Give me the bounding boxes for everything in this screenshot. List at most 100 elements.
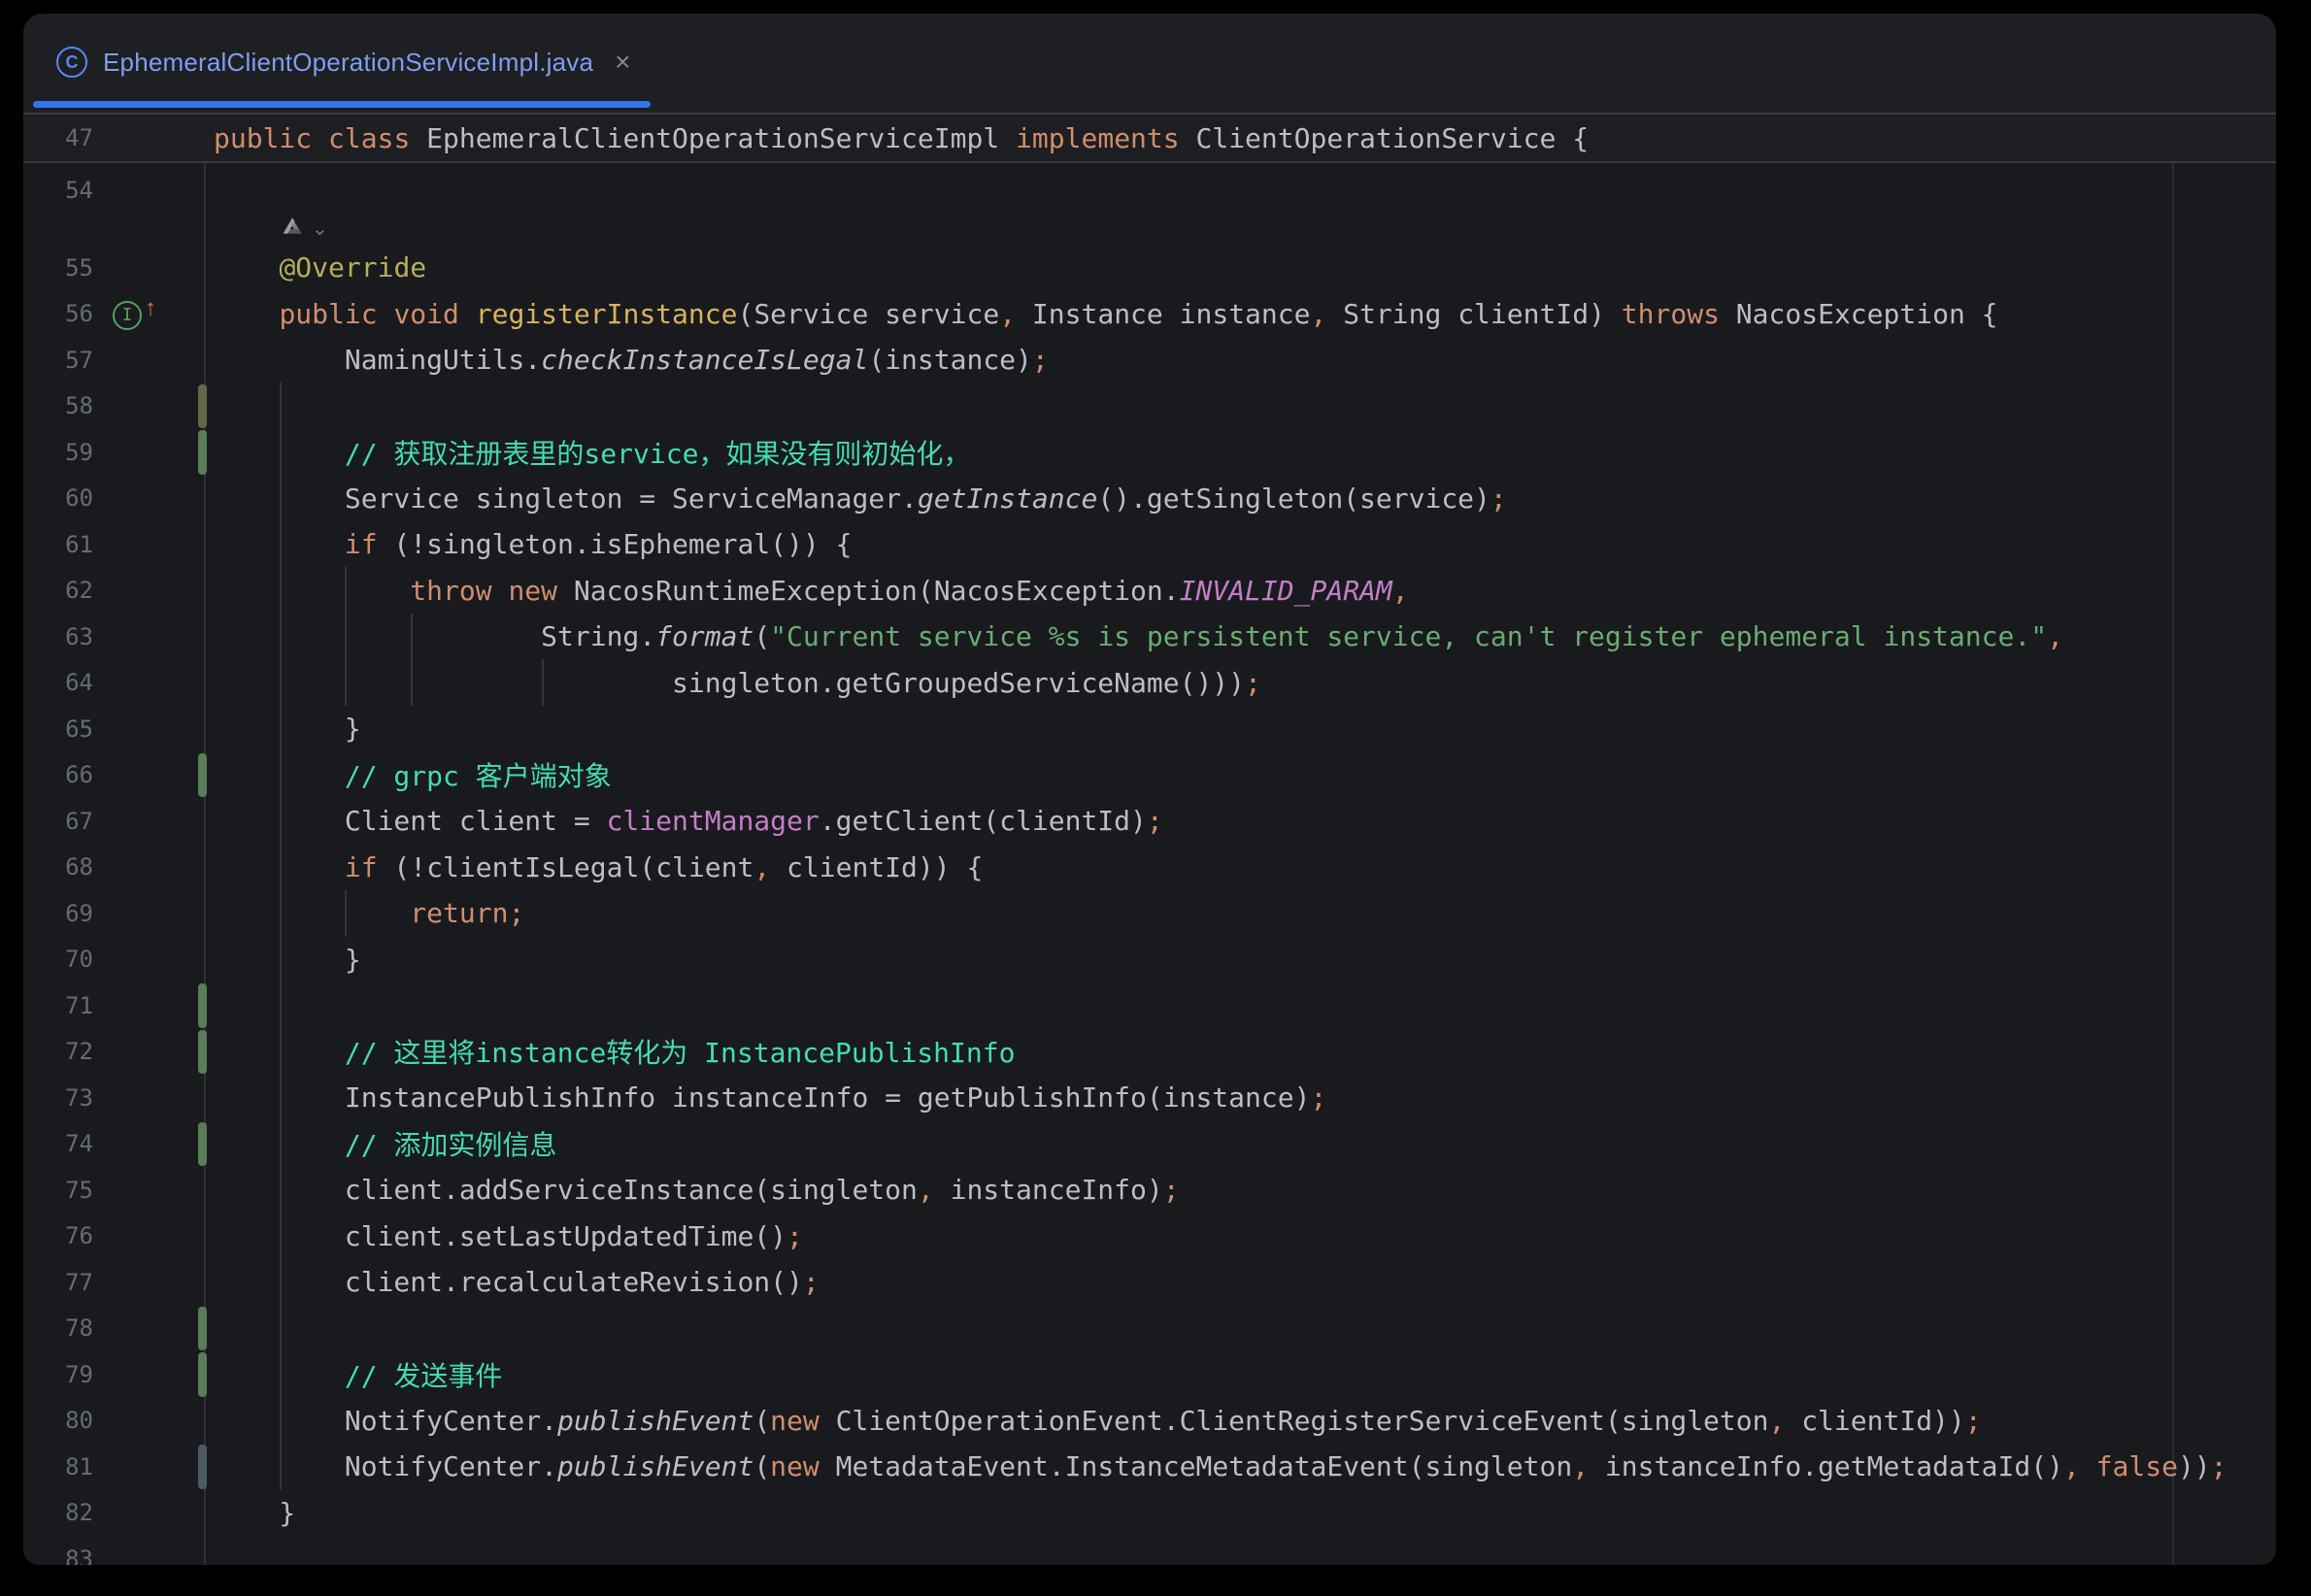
line-number[interactable]: 74 [23,1130,93,1157]
line-number[interactable]: 65 [23,715,93,743]
line-number[interactable]: 73 [23,1084,93,1112]
line-number[interactable]: 59 [23,439,93,466]
code-text[interactable]: // grpc 客户端对象 [214,752,612,799]
code-text[interactable]: client.addServiceInstance(singleton, ins… [214,1167,1180,1214]
line-number[interactable]: 76 [23,1222,93,1249]
line-number[interactable]: 77 [23,1269,93,1296]
code-text[interactable]: NamingUtils.checkInstanceIsLegal(instanc… [214,337,1049,383]
code-line[interactable]: 61 if (!singleton.isEphemeral()) { [23,521,2276,568]
code-text[interactable]: // 获取注册表里的service，如果没有则初始化， [214,429,970,476]
line-number[interactable]: 47 [23,124,93,151]
line-number[interactable]: 60 [23,484,93,512]
line-number[interactable]: 80 [23,1407,93,1434]
tab-ephemeral-client-operation-service[interactable]: C EphemeralClientOperationServiceImpl.ja… [33,14,651,111]
line-number[interactable]: 61 [23,531,93,558]
line-number[interactable]: 55 [23,254,93,282]
code-text[interactable]: } [214,937,361,983]
close-icon[interactable]: × [615,49,630,76]
line-number[interactable]: 58 [23,392,93,419]
code-text[interactable]: client.recalculateRevision(); [214,1259,820,1306]
line-number[interactable]: 78 [23,1314,93,1342]
ai-assistant-icon[interactable]: ⌄ [279,216,328,243]
line-number[interactable]: 72 [23,1038,93,1065]
code-line[interactable]: 74 // 添加实例信息 [23,1121,2276,1168]
code-line[interactable]: 56 I↑ public void registerInstance(Servic… [23,291,2276,338]
code-line[interactable]: 70 } [23,937,2276,983]
code-text[interactable]: } [214,1490,295,1537]
code-text[interactable]: // 这里将instance转化为 InstancePublishInfo [214,1029,1015,1076]
code-text[interactable]: public void registerInstance(Service ser… [214,291,1998,338]
line-number[interactable]: 64 [23,669,93,696]
line-number[interactable]: 54 [23,177,93,204]
line-number[interactable]: 82 [23,1499,93,1526]
gutter-change-marker[interactable] [198,430,207,475]
code-line[interactable]: 57 NamingUtils.checkInstanceIsLegal(inst… [23,337,2276,383]
gutter-change-marker[interactable] [198,1030,207,1075]
code-line[interactable]: 55 @Override [23,245,2276,291]
code-text[interactable]: return; [214,890,524,937]
gutter-change-marker[interactable] [198,1122,207,1167]
code-line[interactable]: 63 String.format("Current service %s is … [23,614,2276,660]
code-line[interactable]: 69 return; [23,890,2276,937]
code-line[interactable]: 54 [23,167,2276,214]
code-text[interactable]: } [214,706,361,752]
code-text[interactable]: Service singleton = ServiceManager.getIn… [214,476,1507,522]
gutter-change-marker[interactable] [198,1307,207,1351]
code-text[interactable]: if (!clientIsLegal(client, clientId)) { [214,845,983,891]
code-text[interactable]: InstancePublishInfo instanceInfo = getPu… [214,1075,1326,1121]
code-line[interactable]: 76 client.setLastUpdatedTime(); [23,1214,2276,1260]
code-line[interactable]: 75 client.addServiceInstance(singleton, … [23,1167,2276,1214]
gutter-change-marker[interactable] [198,1352,207,1397]
code-line[interactable]: 81 NotifyCenter.publishEvent(new Metadat… [23,1444,2276,1490]
code-text[interactable]: if (!singleton.isEphemeral()) { [214,521,852,568]
gutter-change-marker[interactable] [198,753,207,798]
code-line[interactable]: 62 throw new NacosRuntimeException(Nacos… [23,568,2276,615]
line-number[interactable]: 63 [23,623,93,650]
code-line[interactable]: 72 // 这里将instance转化为 InstancePublishInfo [23,1029,2276,1076]
gutter-change-marker[interactable] [198,983,207,1028]
sticky-code-text[interactable]: public class EphemeralClientOperationSer… [214,115,1589,161]
code-line[interactable]: 79 // 发送事件 [23,1351,2276,1398]
code-text[interactable]: client.setLastUpdatedTime(); [214,1214,803,1260]
line-number[interactable]: 70 [23,946,93,973]
line-number[interactable]: 79 [23,1361,93,1388]
line-number[interactable]: 71 [23,992,93,1019]
line-number[interactable]: 67 [23,808,93,835]
code-text[interactable]: singleton.getGroupedServiceName())); [214,660,1261,707]
inlay-hint-row[interactable]: ⌄ [23,214,2276,246]
code-line[interactable]: 71 [23,982,2276,1029]
line-number[interactable]: 69 [23,900,93,927]
gutter-change-marker[interactable] [198,1445,207,1489]
line-number[interactable]: 57 [23,347,93,374]
code-line[interactable]: 82 } [23,1490,2276,1537]
code-text[interactable]: @Override [214,245,426,291]
code-line[interactable]: 83 [23,1536,2276,1565]
code-text[interactable]: throw new NacosRuntimeException(NacosExc… [214,568,1409,615]
code-line[interactable]: 64 singleton.getGroupedServiceName())); [23,660,2276,707]
gutter-change-marker[interactable] [198,384,207,429]
code-line[interactable]: 66 // grpc 客户端对象 [23,752,2276,799]
code-text[interactable]: // 发送事件 [214,1351,502,1398]
code-line[interactable]: 73 InstancePublishInfo instanceInfo = ge… [23,1075,2276,1121]
line-number[interactable]: 66 [23,761,93,788]
code-line[interactable]: 68 if (!clientIsLegal(client, clientId))… [23,845,2276,891]
line-number[interactable]: 75 [23,1177,93,1204]
code-text[interactable]: Client client = clientManager.getClient(… [214,798,1163,845]
code-text[interactable]: String.format("Current service %s is per… [214,614,2063,660]
code-text[interactable]: NotifyCenter.publishEvent(new MetadataEv… [214,1444,2227,1490]
code-line[interactable]: 65 } [23,706,2276,752]
code-line[interactable]: 60 Service singleton = ServiceManager.ge… [23,476,2276,522]
code-line[interactable]: 67 Client client = clientManager.getClie… [23,798,2276,845]
implements-method-icon[interactable]: I↑ [113,299,167,332]
line-number[interactable]: 62 [23,577,93,604]
code-line[interactable]: 59 // 获取注册表里的service，如果没有则初始化， [23,429,2276,476]
chevron-down-icon[interactable]: ⌄ [312,224,328,234]
code-text[interactable]: // 添加实例信息 [214,1121,556,1168]
line-number[interactable]: 68 [23,853,93,881]
code-line[interactable]: 77 client.recalculateRevision(); [23,1259,2276,1306]
code-line[interactable]: 80 NotifyCenter.publishEvent(new ClientO… [23,1398,2276,1445]
code-line[interactable]: 58 [23,383,2276,430]
line-number[interactable]: 81 [23,1453,93,1480]
line-number[interactable]: 56 [23,300,93,327]
code-line[interactable]: 78 [23,1306,2276,1352]
